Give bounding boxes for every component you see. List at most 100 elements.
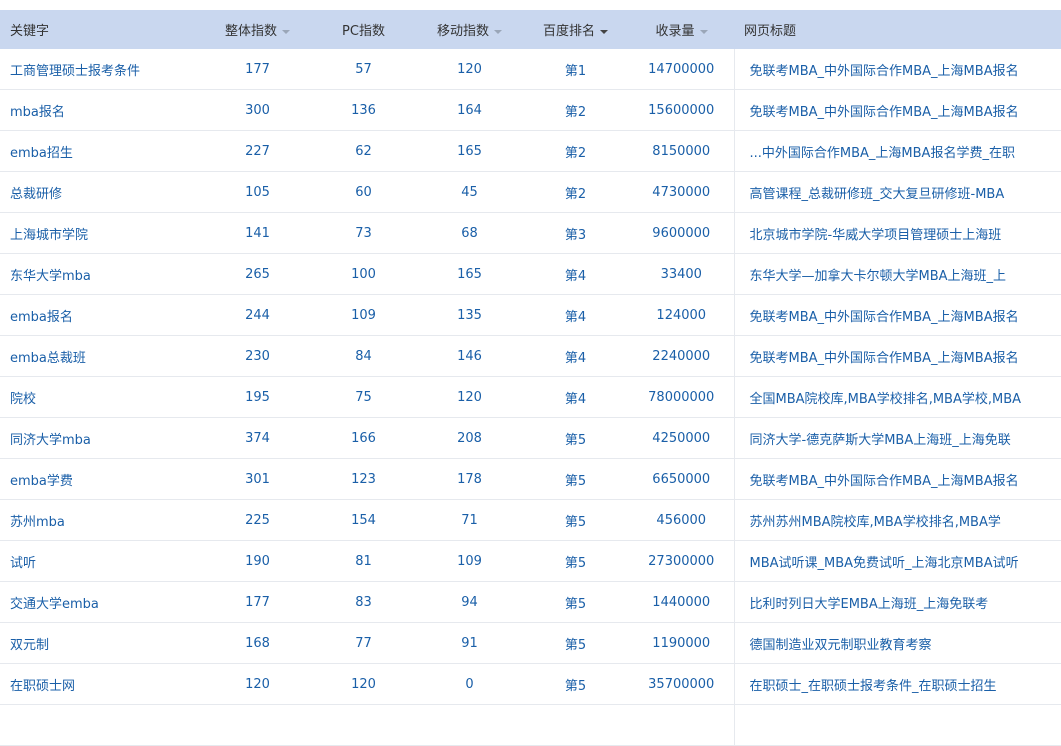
header-overall-index[interactable]: 整体指数 (205, 10, 310, 49)
table-row: 院校 195 75 120 第4 78000000 全国MBA院校库,MBA学校排名,MBA… (0, 376, 1061, 418)
cell-overall-index: 230 (205, 335, 310, 377)
table-row: 交通大学emba 177 83 94 第5 1440000 比利时列日大学EMBA上海班_上… (0, 581, 1061, 623)
cell-overall-index: 265 (205, 253, 310, 295)
cell-keyword[interactable]: 同济大学mba (0, 417, 205, 459)
cell-page-title[interactable]: 德国制造业双元制职业教育考察 (733, 622, 1061, 664)
cell-pc-index: 166 (310, 417, 417, 459)
sort-caret-icon[interactable] (282, 29, 290, 34)
cell-keyword[interactable]: 院校 (0, 376, 205, 418)
cell-overall-index (205, 704, 310, 746)
cell-pc-index: 83 (310, 581, 417, 623)
cell-pc-index: 109 (310, 294, 417, 336)
cell-mobile-index: 135 (417, 294, 522, 336)
cell-page-title[interactable]: MBA试听课_MBA免费试听_上海北京MBA试听 (733, 540, 1061, 582)
cell-page-title[interactable]: 免联考MBA_中外国际合作MBA_上海MBA报名 (733, 89, 1061, 131)
cell-page-title[interactable]: 免联考MBA_中外国际合作MBA_上海MBA报名 (733, 458, 1061, 500)
table-row: 东华大学mba 265 100 165 第4 33400 东华大学—加拿大卡尔顿大学MBA上… (0, 253, 1061, 295)
table-row: 双元制 168 77 91 第5 1190000 德国制造业双元制职业教育考察 (0, 622, 1061, 664)
cell-keyword[interactable]: emba总裁班 (0, 335, 205, 377)
table-row: 同济大学mba 374 166 208 第5 4250000 同济大学-德克萨斯大学MBA上… (0, 417, 1061, 459)
cell-page-title[interactable]: 免联考MBA_中外国际合作MBA_上海MBA报名 (733, 294, 1061, 336)
table-row: 在职硕士网 120 120 0 第5 35700000 在职硕士_在职硕士报考条件_在职硕士… (0, 663, 1061, 705)
cell-indexed-count: 124000 (629, 294, 734, 336)
cell-keyword[interactable]: 工商管理硕士报考条件 (0, 49, 205, 90)
cell-keyword[interactable]: 苏州mba (0, 499, 205, 541)
cell-pc-index: 81 (310, 540, 417, 582)
cell-page-title[interactable]: 苏州苏州MBA院校库,MBA学校排名,MBA学 (733, 499, 1061, 541)
cell-overall-index: 244 (205, 294, 310, 336)
cell-indexed-count: 4250000 (629, 417, 734, 459)
cell-indexed-count: 1440000 (629, 581, 734, 623)
cell-indexed-count: 27300000 (629, 540, 734, 582)
cell-indexed-count: 33400 (629, 253, 734, 295)
cell-keyword[interactable]: emba招生 (0, 130, 205, 172)
cell-page-title[interactable]: 高管课程_总裁研修班_交大复旦研修班-MBA (733, 171, 1061, 213)
cell-baidu-rank: 第1 (522, 49, 629, 90)
cell-pc-index: 75 (310, 376, 417, 418)
cell-keyword[interactable]: emba学费 (0, 458, 205, 500)
cell-baidu-rank: 第5 (522, 540, 629, 582)
cell-indexed-count: 1190000 (629, 622, 734, 664)
table-row: 苏州mba 225 154 71 第5 456000 苏州苏州MBA院校库,MBA学校排名,… (0, 499, 1061, 541)
cell-page-title[interactable]: 同济大学-德克萨斯大学MBA上海班_上海免联 (733, 417, 1061, 459)
cell-pc-index: 136 (310, 89, 417, 131)
cell-mobile-index: 0 (417, 663, 522, 705)
cell-overall-index: 195 (205, 376, 310, 418)
cell-overall-index: 300 (205, 89, 310, 131)
cell-page-title[interactable]: 免联考MBA_中外国际合作MBA_上海MBA报名 (733, 335, 1061, 377)
cell-baidu-rank (522, 704, 629, 746)
cell-keyword[interactable]: 双元制 (0, 622, 205, 664)
cell-mobile-index: 164 (417, 89, 522, 131)
header-keyword: 关键字 (0, 10, 205, 49)
cell-mobile-index: 120 (417, 376, 522, 418)
cell-keyword[interactable]: 在职硕士网 (0, 663, 205, 705)
cell-keyword[interactable]: 交通大学emba (0, 581, 205, 623)
sort-caret-icon[interactable] (699, 29, 708, 34)
cell-keyword[interactable]: 试听 (0, 540, 205, 582)
cell-pc-index: 84 (310, 335, 417, 377)
cell-keyword[interactable] (0, 704, 205, 746)
table-row: emba报名 244 109 135 第4 124000 免联考MBA_中外国际合作MBA_… (0, 294, 1061, 336)
cell-keyword[interactable]: 上海城市学院 (0, 212, 205, 254)
cell-page-title[interactable]: 比利时列日大学EMBA上海班_上海免联考 (733, 581, 1061, 623)
cell-keyword[interactable]: 总裁研修 (0, 171, 205, 213)
cell-keyword[interactable]: 东华大学mba (0, 253, 205, 295)
cell-overall-index: 190 (205, 540, 310, 582)
cell-page-title[interactable]: 东华大学—加拿大卡尔顿大学MBA上海班_上 (733, 253, 1061, 295)
cell-pc-index: 100 (310, 253, 417, 295)
cell-keyword[interactable]: emba报名 (0, 294, 205, 336)
header-baidu-rank[interactable]: 百度排名 (522, 10, 629, 49)
cell-baidu-rank: 第5 (522, 581, 629, 623)
cell-page-title[interactable]: 北京城市学院-华威大学项目管理硕士上海班 (733, 212, 1061, 254)
sort-caret-active-icon[interactable] (600, 29, 608, 34)
sort-caret-icon[interactable] (494, 29, 502, 34)
cell-page-title[interactable] (733, 704, 1061, 746)
cell-overall-index: 141 (205, 212, 310, 254)
cell-page-title[interactable]: ...中外国际合作MBA_上海MBA报名学费_在职 (733, 130, 1061, 172)
table-header-row: 关键字 整体指数 PC指数 移动指数 百度排名 收录量 网页标题 (0, 10, 1061, 49)
cell-mobile-index: 178 (417, 458, 522, 500)
cell-page-title[interactable]: 全国MBA院校库,MBA学校排名,MBA学校,MBA (733, 376, 1061, 418)
header-indexed-count[interactable]: 收录量 (629, 10, 734, 49)
table-row (0, 704, 1061, 746)
header-pc-index: PC指数 (310, 10, 417, 49)
cell-baidu-rank: 第5 (522, 499, 629, 541)
header-mobile-index[interactable]: 移动指数 (417, 10, 522, 49)
cell-indexed-count: 78000000 (629, 376, 734, 418)
table-row: emba学费 301 123 178 第5 6650000 免联考MBA_中外国际合作MBA… (0, 458, 1061, 500)
cell-overall-index: 374 (205, 417, 310, 459)
cell-pc-index: 77 (310, 622, 417, 664)
cell-overall-index: 227 (205, 130, 310, 172)
cell-mobile-index (417, 704, 522, 746)
cell-mobile-index: 109 (417, 540, 522, 582)
cell-overall-index: 168 (205, 622, 310, 664)
cell-indexed-count: 456000 (629, 499, 734, 541)
cell-baidu-rank: 第3 (522, 212, 629, 254)
cell-baidu-rank: 第4 (522, 335, 629, 377)
cell-keyword[interactable]: mba报名 (0, 89, 205, 131)
cell-mobile-index: 68 (417, 212, 522, 254)
cell-page-title[interactable]: 在职硕士_在职硕士报考条件_在职硕士招生 (733, 663, 1061, 705)
cell-page-title[interactable]: 免联考MBA_中外国际合作MBA_上海MBA报名 (733, 49, 1061, 90)
cell-baidu-rank: 第4 (522, 376, 629, 418)
table-row: 总裁研修 105 60 45 第2 4730000 高管课程_总裁研修班_交大复旦研修班-M… (0, 171, 1061, 213)
